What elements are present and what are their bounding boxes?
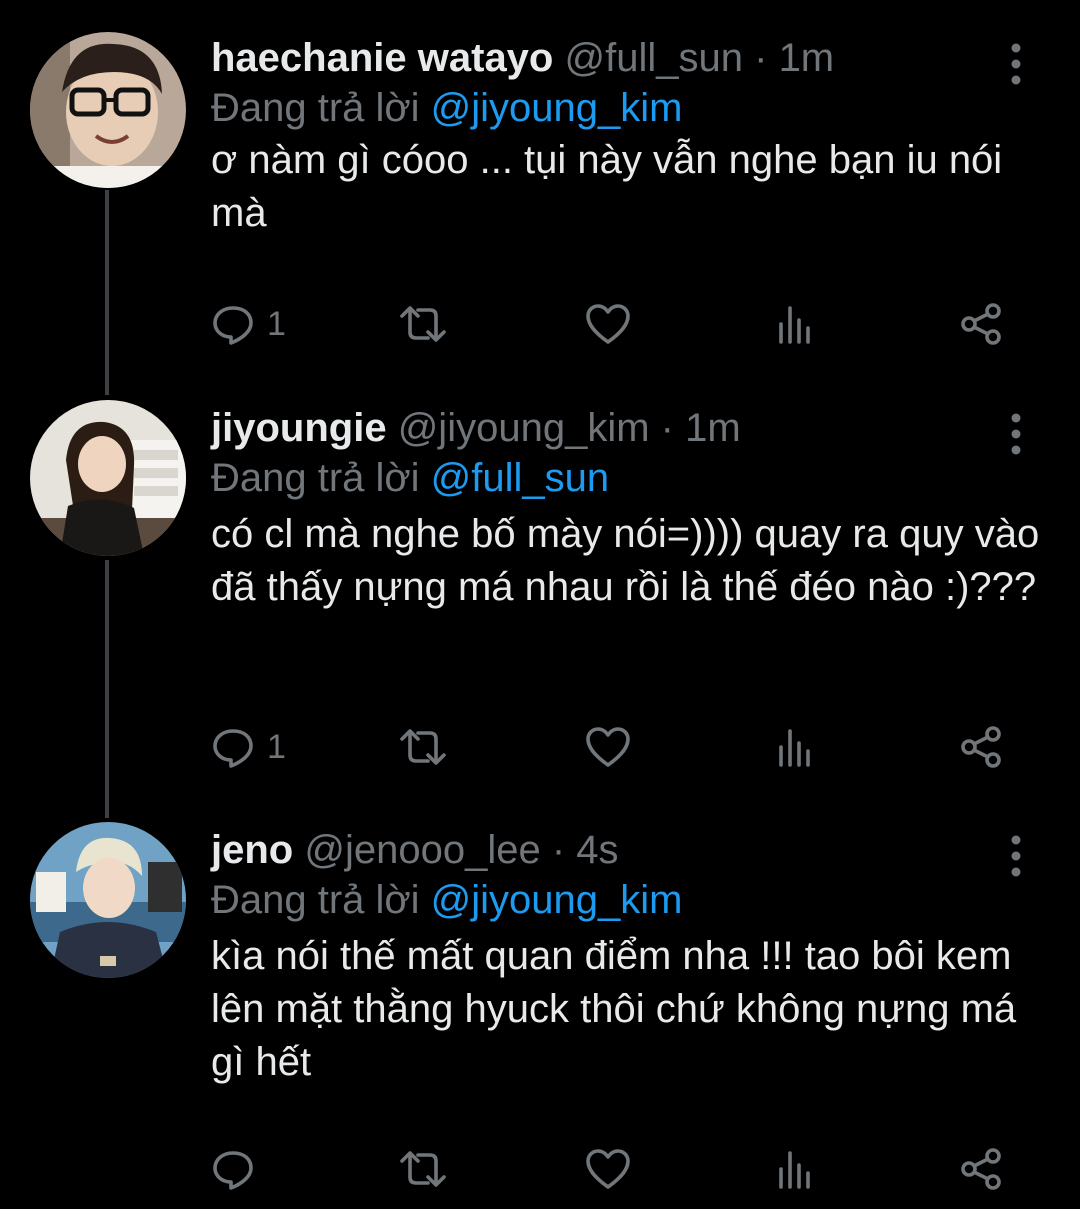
share-icon [959, 725, 1005, 769]
replying-to: Đang trả lời @full_sun [211, 450, 609, 506]
like-icon [584, 302, 632, 346]
separator-dot: · [660, 406, 674, 450]
replying-to-label: Đang trả lời [211, 456, 420, 500]
tweet-actions: 1 [211, 722, 1031, 772]
timestamp[interactable]: 1m [779, 36, 835, 80]
display-name[interactable]: jeno [211, 828, 293, 872]
more-icon[interactable] [998, 42, 1034, 86]
reply-button[interactable]: 1 [211, 299, 286, 349]
tweet-actions [211, 1144, 1031, 1194]
reply-button[interactable] [211, 1144, 267, 1194]
replying-to: Đang trả lời @jiyoung_kim [211, 872, 683, 928]
like-icon [584, 1147, 632, 1191]
timestamp[interactable]: 4s [576, 828, 618, 872]
tweet-header: haechanie watayo @full_sun · 1m [211, 28, 834, 88]
tweet-text: kìa nói thế mất quan điểm nha !!! tao bô… [211, 934, 1017, 1084]
views-icon [777, 302, 817, 346]
like-icon [584, 725, 632, 769]
views-icon [777, 1147, 817, 1191]
tweet[interactable]: haechanie watayo @full_sun · 1m Đang trả… [0, 28, 1080, 358]
retweet-button[interactable] [398, 722, 448, 772]
avatar-photo [30, 400, 186, 556]
tweet-header: jeno @jenooo_lee · 4s [211, 820, 619, 880]
reply-icon [211, 1147, 255, 1191]
reply-icon [211, 302, 255, 346]
like-button[interactable] [584, 722, 632, 772]
share-icon [959, 302, 1005, 346]
separator-dot: · [754, 36, 768, 80]
avatar-photo [30, 822, 186, 978]
tweet-text: có cl mà nghe bố mày nói=)))) quay ra qu… [211, 512, 1040, 609]
display-name[interactable]: haechanie watayo [211, 36, 553, 80]
replying-to: Đang trả lời @jiyoung_kim [211, 80, 683, 136]
replying-to-label: Đang trả lời [211, 878, 420, 922]
avatar[interactable] [30, 400, 186, 556]
avatar[interactable] [30, 822, 186, 978]
reply-count: 1 [267, 304, 286, 343]
reply-count: 1 [267, 727, 286, 766]
retweet-button[interactable] [398, 1144, 448, 1194]
user-handle[interactable]: @jiyoung_kim [398, 406, 650, 450]
share-button[interactable] [959, 299, 1005, 349]
retweet-icon [398, 1147, 448, 1191]
views-button[interactable] [777, 1144, 817, 1194]
tweet[interactable]: jeno @jenooo_lee · 4s Đang trả lời @jiyo… [0, 820, 1080, 1209]
views-button[interactable] [777, 722, 817, 772]
share-button[interactable] [959, 722, 1005, 772]
views-button[interactable] [777, 299, 817, 349]
more-icon[interactable] [998, 412, 1034, 456]
more-icon[interactable] [998, 834, 1034, 878]
tweet[interactable]: jiyoungie @jiyoung_kim · 1m Đang trả lời… [0, 398, 1080, 778]
retweet-button[interactable] [398, 299, 448, 349]
tweet-header: jiyoungie @jiyoung_kim · 1m [211, 398, 741, 458]
retweet-icon [398, 302, 448, 346]
like-button[interactable] [584, 299, 632, 349]
user-handle[interactable]: @jenooo_lee [304, 828, 540, 872]
reply-button[interactable]: 1 [211, 722, 286, 772]
separator-dot: · [551, 828, 566, 872]
replying-to-handle[interactable]: @jiyoung_kim [431, 878, 683, 922]
avatar[interactable] [30, 32, 186, 188]
like-button[interactable] [584, 1144, 632, 1194]
replying-to-label: Đang trả lời [211, 86, 420, 130]
display-name[interactable]: jiyoungie [211, 406, 387, 450]
tweet-text: ơ nàm gì cóoo ... tụi này vẫn nghe bạn i… [211, 138, 1003, 235]
user-handle[interactable]: @full_sun [565, 36, 743, 80]
views-icon [777, 725, 817, 769]
reply-icon [211, 725, 255, 769]
avatar-photo [30, 32, 186, 188]
share-button[interactable] [959, 1144, 1005, 1194]
replying-to-handle[interactable]: @jiyoung_kim [431, 86, 683, 130]
tweet-actions: 1 [211, 299, 1031, 349]
replying-to-handle[interactable]: @full_sun [431, 456, 609, 500]
timestamp[interactable]: 1m [685, 406, 741, 450]
share-icon [959, 1147, 1005, 1191]
retweet-icon [398, 725, 448, 769]
